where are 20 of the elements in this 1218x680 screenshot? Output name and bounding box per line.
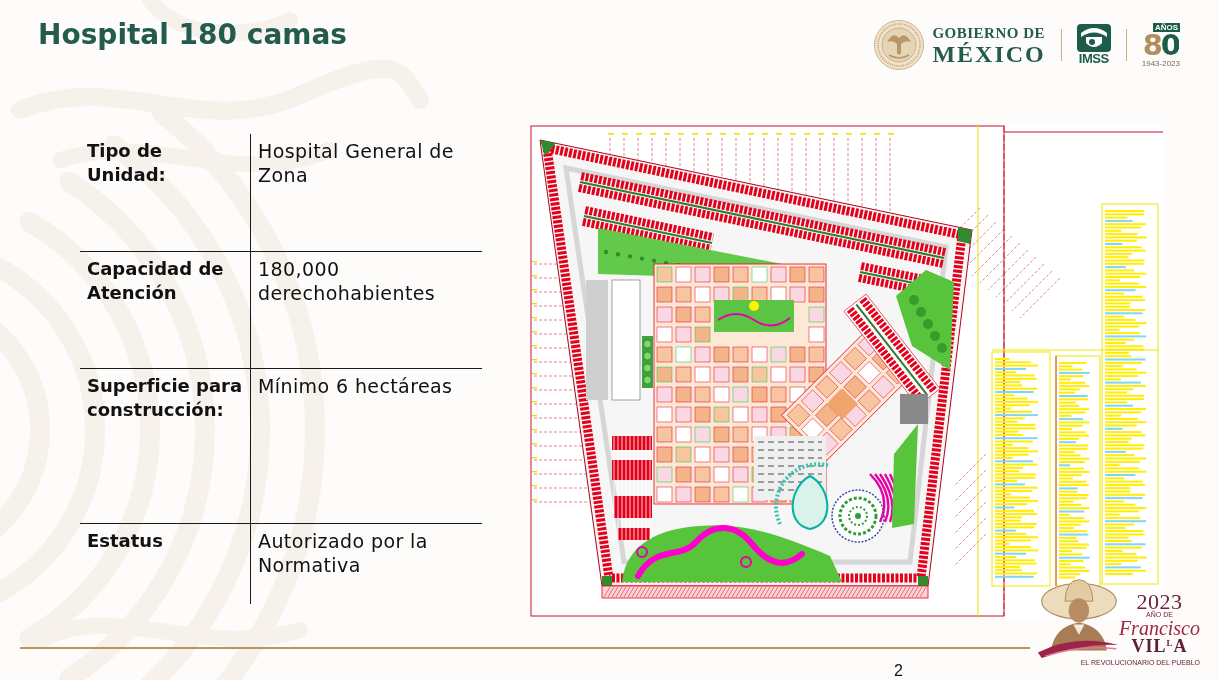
emblem-icon [1076, 24, 1111, 52]
logo-year: 2023 [1136, 593, 1183, 611]
logo-name: Francisco [1118, 619, 1200, 638]
page-number: 2 [894, 661, 903, 680]
row-value: Mínimo 6 hectáreas [258, 374, 453, 398]
row-label: Tipo de Unidad: [87, 139, 166, 187]
row-value: 180,000 derechohabientes [258, 257, 436, 305]
logo-name: VIL$^{L}$A [1131, 638, 1188, 655]
row-value: Autorizado por la Normativa [258, 529, 428, 577]
wordmark-line: GOBIERNO DE [932, 25, 1045, 41]
logo-wordmark: IMSS [1078, 52, 1109, 66]
row-label: Estatus [87, 529, 163, 553]
row-label: Superficie para construcción: [87, 374, 243, 422]
anniversary-years: 1943-2023 [1141, 58, 1180, 68]
row-value: Hospital General de Zona [258, 139, 454, 187]
row-label: Capacidad de Atención [87, 257, 224, 305]
slide-title: Hospital 180 camas [38, 17, 348, 53]
anniversary-badge: AÑOS [1152, 22, 1180, 32]
wordmark-line: MÉXICO [932, 43, 1046, 65]
seal-icon [874, 20, 925, 70]
